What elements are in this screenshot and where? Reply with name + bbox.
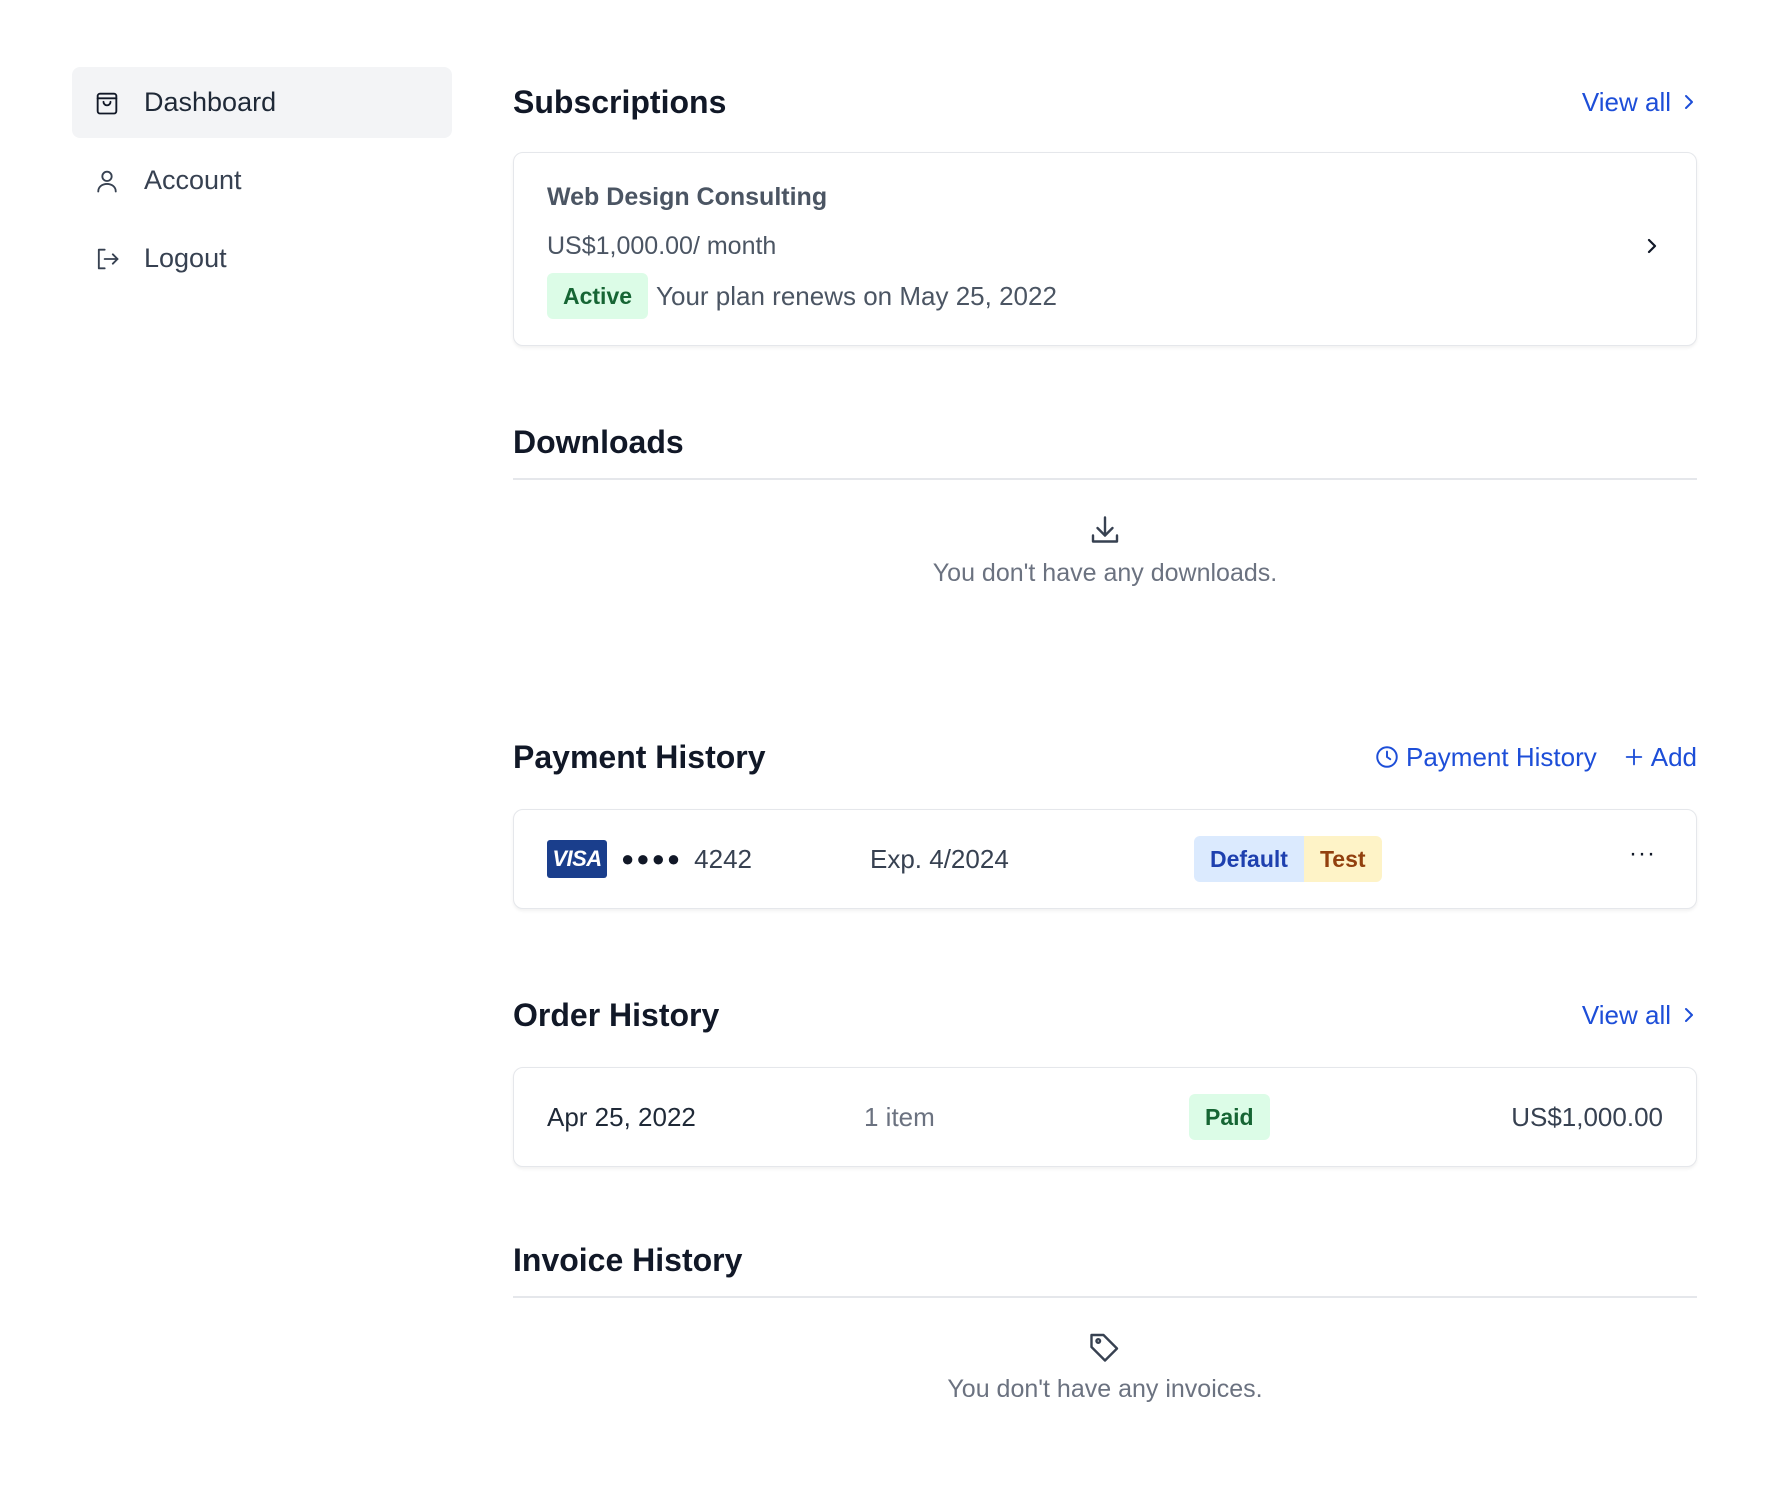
chevron-right-icon [1685,95,1693,109]
renewal-text: Your plan renews on May 25, 2022 [656,280,1057,311]
card-expiry: Exp. 4/2024 [870,843,1009,874]
link-label: View all [1581,86,1671,117]
order-total: US$1,000.00 [1511,1101,1663,1132]
link-label: Add [1650,741,1697,772]
empty-text: You don't have any downloads. [932,558,1278,587]
masked-card-number: ●●●● [621,846,683,871]
invoices-empty-state: You don't have any invoices. [513,1329,1697,1404]
shopping-bag-icon [92,88,122,118]
payment-badges: Default Test [1194,836,1382,882]
sidebar-item-logout[interactable]: Logout [72,223,452,294]
clock-icon [1376,746,1398,768]
empty-text: You don't have any invoices. [947,1374,1263,1403]
section-title: Downloads [513,423,684,460]
test-badge: Test [1303,836,1382,882]
default-badge: Default [1194,836,1304,882]
order-date: Apr 25, 2022 [547,1101,696,1132]
subscription-name: Web Design Consulting [547,183,828,211]
payment-history-link[interactable]: Payment History [1374,742,1597,773]
section-title: Invoice History [513,1241,743,1278]
section-header: Downloads [513,417,1697,467]
divider [513,478,1697,480]
logout-icon [92,244,122,274]
chevron-right-icon [1685,1008,1693,1022]
more-options-icon[interactable]: ··· [1629,840,1656,868]
section-header: Invoice History [513,1235,1697,1285]
payment-header-actions: Payment History Add [1374,742,1697,773]
link-label: Payment History [1406,741,1597,772]
status-badge: Active [547,273,649,319]
orders-section: Order History View all Apr 25, 2022 1 it… [513,990,1697,1167]
invoices-section: Invoice History You don't have any invoi… [513,1235,1697,1404]
section-title: Order History [513,996,720,1033]
sidebar-item-label: Dashboard [144,87,277,117]
tag-icon [513,1329,1697,1365]
subscription-card[interactable]: Web Design Consulting US$1,000.00/ month… [513,152,1697,346]
download-icon [513,513,1697,549]
order-row[interactable]: Apr 25, 2022 1 item Paid US$1,000.00 [513,1067,1697,1167]
section-header: Order History View all [513,990,1697,1040]
add-payment-method-button[interactable]: Add [1623,742,1697,773]
sidebar-item-label: Logout [144,243,227,273]
plus-icon [1625,748,1642,766]
visa-card-icon: VISA [547,840,607,878]
subscriptions-section: Subscriptions View all Web Design Consul… [513,77,1697,346]
payment-section: Payment History Payment History Add VISA… [513,732,1697,909]
subscription-price: US$1,000.00/ month [547,232,777,260]
payment-method-card: VISA ●●●● 4242 Exp. 4/2024 Default Test … [513,809,1697,909]
orders-view-all-link[interactable]: View all [1582,1000,1697,1031]
sidebar-item-label: Account [144,165,242,195]
sidebar-item-dashboard[interactable]: Dashboard [72,67,452,138]
sidebar-item-account[interactable]: Account [72,145,452,216]
section-header: Payment History Payment History Add [513,732,1697,782]
status-badge: Paid [1189,1094,1270,1140]
link-label: View all [1581,999,1671,1030]
user-icon [92,166,122,196]
chevron-right-icon [1647,238,1657,254]
subscription-status-row: Active Your plan renews on May 25, 2022 [547,273,1663,319]
divider [513,1296,1697,1298]
section-title: Payment History [513,738,766,775]
section-title: Subscriptions [513,83,727,120]
sidebar-nav: Dashboard Account Logout [72,67,452,301]
order-item-count: 1 item [864,1101,935,1132]
downloads-empty-state: You don't have any downloads. [513,513,1697,588]
section-header: Subscriptions View all [513,77,1697,127]
downloads-section: Downloads You don't have any downloads. [513,417,1697,588]
card-last4: 4242 [694,843,752,874]
subscriptions-view-all-link[interactable]: View all [1582,87,1697,118]
